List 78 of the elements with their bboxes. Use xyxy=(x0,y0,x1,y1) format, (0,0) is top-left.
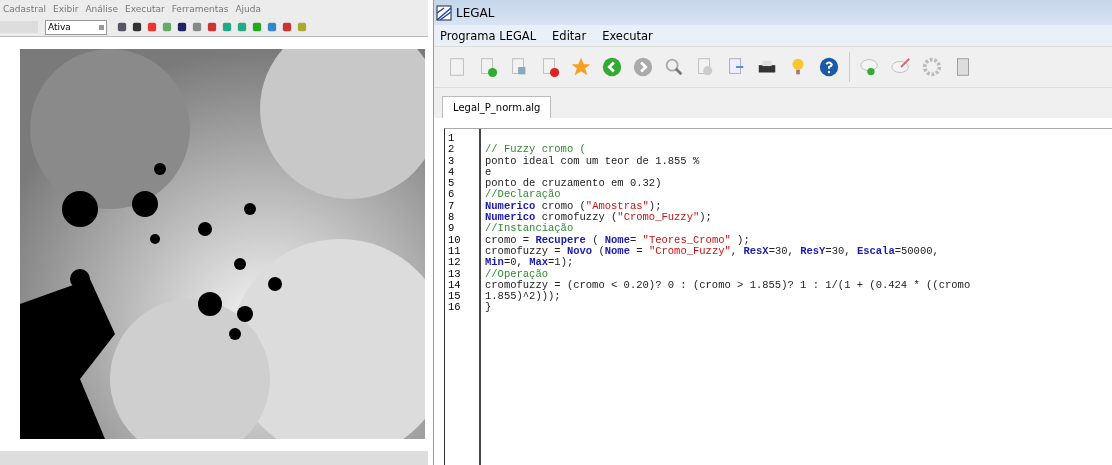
file-tab[interactable]: Legal_P_norm.alg xyxy=(442,96,552,118)
code-token: Min xyxy=(485,256,504,269)
code-token: =0, xyxy=(503,256,523,269)
window-title: LEGAL xyxy=(456,5,495,20)
code-token: // Fuzzy cromo ( xyxy=(485,143,586,156)
code-token: 1.855)^2))); xyxy=(485,290,561,303)
code-token: ponto de cruzamento em 0.32) xyxy=(485,177,662,190)
line-number: 14 xyxy=(447,279,462,292)
code-token: //Declaração xyxy=(485,188,561,201)
code-token: //Operação xyxy=(485,267,548,280)
code-token: ( xyxy=(592,233,600,246)
code-token: = xyxy=(635,244,644,257)
code-token: Escala xyxy=(856,244,895,257)
code-token: cromo = xyxy=(485,233,531,246)
line-number: 16 xyxy=(447,302,462,314)
code-token: "Teores_Cromo" xyxy=(642,233,731,246)
code-token: Nome xyxy=(604,244,630,257)
code-token: ponto ideal com um teor de 1.855 % xyxy=(485,154,700,167)
code-token: =30, xyxy=(768,244,795,257)
code-token: "Amostras" xyxy=(585,199,649,212)
code-token: ); xyxy=(648,199,662,212)
menu-item[interactable]: Programa LEGAL xyxy=(440,28,537,43)
line-number: 6 xyxy=(447,189,456,201)
code-token: Max xyxy=(529,256,549,269)
menu-item[interactable]: Ajuda xyxy=(235,4,261,14)
code-token: Novo xyxy=(566,244,593,257)
code-token: Nome xyxy=(604,233,630,246)
line-number: 11 xyxy=(447,245,462,258)
line-number: 13 xyxy=(447,268,462,280)
search-icon[interactable] xyxy=(663,56,685,78)
code-token: ( xyxy=(597,244,605,257)
line-number: 5 xyxy=(447,178,456,190)
code-token: ResX xyxy=(743,244,769,257)
code-token: ResY xyxy=(800,244,826,257)
menu-item[interactable]: Exibir xyxy=(52,4,79,14)
code-token: cromo ( xyxy=(540,199,586,212)
menu-item[interactable]: Ferramentas xyxy=(171,4,229,14)
code-token: //Instanciação xyxy=(485,222,574,235)
add-bubble-icon[interactable] xyxy=(859,56,881,78)
line-number: 8 xyxy=(447,212,456,224)
line-number: 7 xyxy=(447,200,456,213)
code-token: Recupere xyxy=(535,233,586,246)
code-token: ); xyxy=(736,233,750,246)
app-logo-icon xyxy=(436,4,452,21)
code-token: =50000, xyxy=(894,244,939,257)
star-icon[interactable] xyxy=(570,56,592,78)
menu-item[interactable]: Executar xyxy=(125,4,165,14)
code-token: "Cromo_Fuzzy" xyxy=(648,244,731,257)
line-number: 1 xyxy=(447,133,456,145)
mode-select[interactable]: Ativa xyxy=(45,19,107,35)
line-number: 2 xyxy=(447,144,456,156)
forward-icon[interactable] xyxy=(632,56,654,78)
code-token: =1); xyxy=(548,256,574,269)
line-number: 3 xyxy=(447,155,456,167)
back-icon[interactable] xyxy=(601,56,623,78)
code-token: = xyxy=(629,233,638,246)
line-number: 9 xyxy=(447,223,456,235)
code-token: , xyxy=(730,244,739,257)
code-token: cromofuzzy ( xyxy=(541,211,618,224)
menu-item[interactable]: Editar xyxy=(552,28,587,43)
code-token: ); xyxy=(699,211,712,224)
help-icon[interactable] xyxy=(818,56,840,78)
code-token: } xyxy=(485,301,492,314)
code-token: Numerico xyxy=(485,199,536,212)
code-token: Numerico xyxy=(485,211,536,224)
menu-item[interactable]: Cadastral xyxy=(3,4,46,14)
code-token: e xyxy=(485,165,492,178)
code-token: "Cromo_Fuzzy" xyxy=(617,211,700,224)
line-number: 4 xyxy=(447,166,456,179)
line-number: 10 xyxy=(447,234,462,246)
code-token: cromofuzzy = (cromo < 0.20)? 0 : (cromo > 1.855)? 1 : 1/(1 + (0.424 * ((cromo xyxy=(485,278,971,291)
code-token: =30, xyxy=(825,244,852,257)
menu-item[interactable]: Análise xyxy=(85,4,118,14)
code-token: cromofuzzy = xyxy=(485,244,561,257)
line-number: 12 xyxy=(447,257,462,269)
gear-icon[interactable] xyxy=(921,56,943,78)
menu-item[interactable]: Executar xyxy=(602,28,653,43)
line-number: 15 xyxy=(447,291,462,303)
